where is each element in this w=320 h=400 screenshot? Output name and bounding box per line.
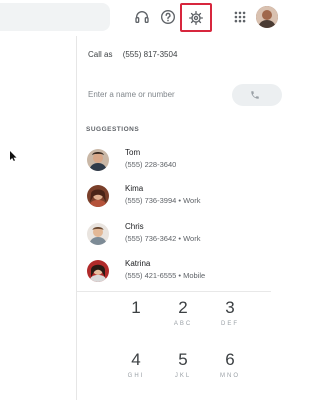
dialpad-key-1[interactable]: 1 (116, 298, 156, 334)
dialpad-key-4[interactable]: 4 GHI (116, 350, 156, 386)
suggestions-heading: SUGGESTIONS (86, 126, 140, 133)
avatar (87, 185, 109, 207)
dialpad-digit: 4 (131, 350, 141, 369)
call-button[interactable] (232, 84, 282, 106)
avatar (87, 149, 109, 171)
dialpad-key-3[interactable]: 3 DEF (210, 298, 250, 334)
headset-icon[interactable] (133, 8, 151, 26)
dialpad-letters: GHI (127, 373, 145, 379)
contact-detail: (555) 421-6555 • Mobile (125, 271, 206, 280)
dialpad-digit: 6 (225, 350, 235, 369)
mouse-cursor-icon (10, 151, 17, 161)
settings-button[interactable] (180, 3, 212, 32)
contact-detail: (555) 228-3640 (125, 160, 177, 169)
dialpad-key-5[interactable]: 5 JKL (163, 350, 203, 386)
call-as-row: Call as (555) 817-3504 (88, 50, 177, 59)
account-avatar[interactable] (256, 6, 278, 28)
contact-name: Kima (125, 184, 144, 193)
contact-detail: (555) 736-3994 • Work (125, 196, 201, 205)
phone-icon (250, 90, 260, 100)
dialpad-key-6[interactable]: 6 MNO (210, 350, 250, 386)
avatar (87, 260, 109, 282)
gear-icon (188, 10, 204, 26)
number-input[interactable]: Enter a name or number (88, 90, 175, 99)
help-icon[interactable] (159, 8, 177, 26)
dialpad-letters: JKL (174, 373, 192, 379)
contact-name: Katrina (125, 259, 151, 268)
dialpad-letters: MNO (220, 373, 240, 379)
dialpad-key-2[interactable]: 2 ABC (163, 298, 203, 334)
dialpad-digit: 1 (131, 298, 141, 317)
contact-item-tom[interactable]: Tom (555) 228-3640 (85, 147, 265, 177)
avatar (87, 223, 109, 245)
call-as-label: Call as (88, 50, 113, 59)
search-bar[interactable] (0, 3, 110, 31)
call-panel: Call as (555) 817-3504 Enter a name or n… (76, 36, 282, 400)
dialpad-digit: 5 (178, 350, 188, 369)
call-as-number[interactable]: (555) 817-3504 (123, 50, 178, 59)
dialpad-divider (77, 291, 271, 292)
contact-item-katrina[interactable]: Katrina (555) 421-6555 • Mobile (85, 258, 265, 288)
dialpad-letters: ABC (173, 321, 193, 327)
dialpad-letters: DEF (221, 321, 239, 327)
contact-item-chris[interactable]: Chris (555) 736-3642 • Work (85, 221, 265, 251)
dialpad-digit: 2 (178, 298, 188, 317)
apps-grid-icon[interactable] (231, 8, 249, 26)
contact-detail: (555) 736-3642 • Work (125, 234, 201, 243)
contact-item-kima[interactable]: Kima (555) 736-3994 • Work (85, 183, 265, 213)
contact-name: Chris (125, 222, 144, 231)
dialpad-digit: 3 (225, 298, 235, 317)
contact-name: Tom (125, 148, 141, 157)
